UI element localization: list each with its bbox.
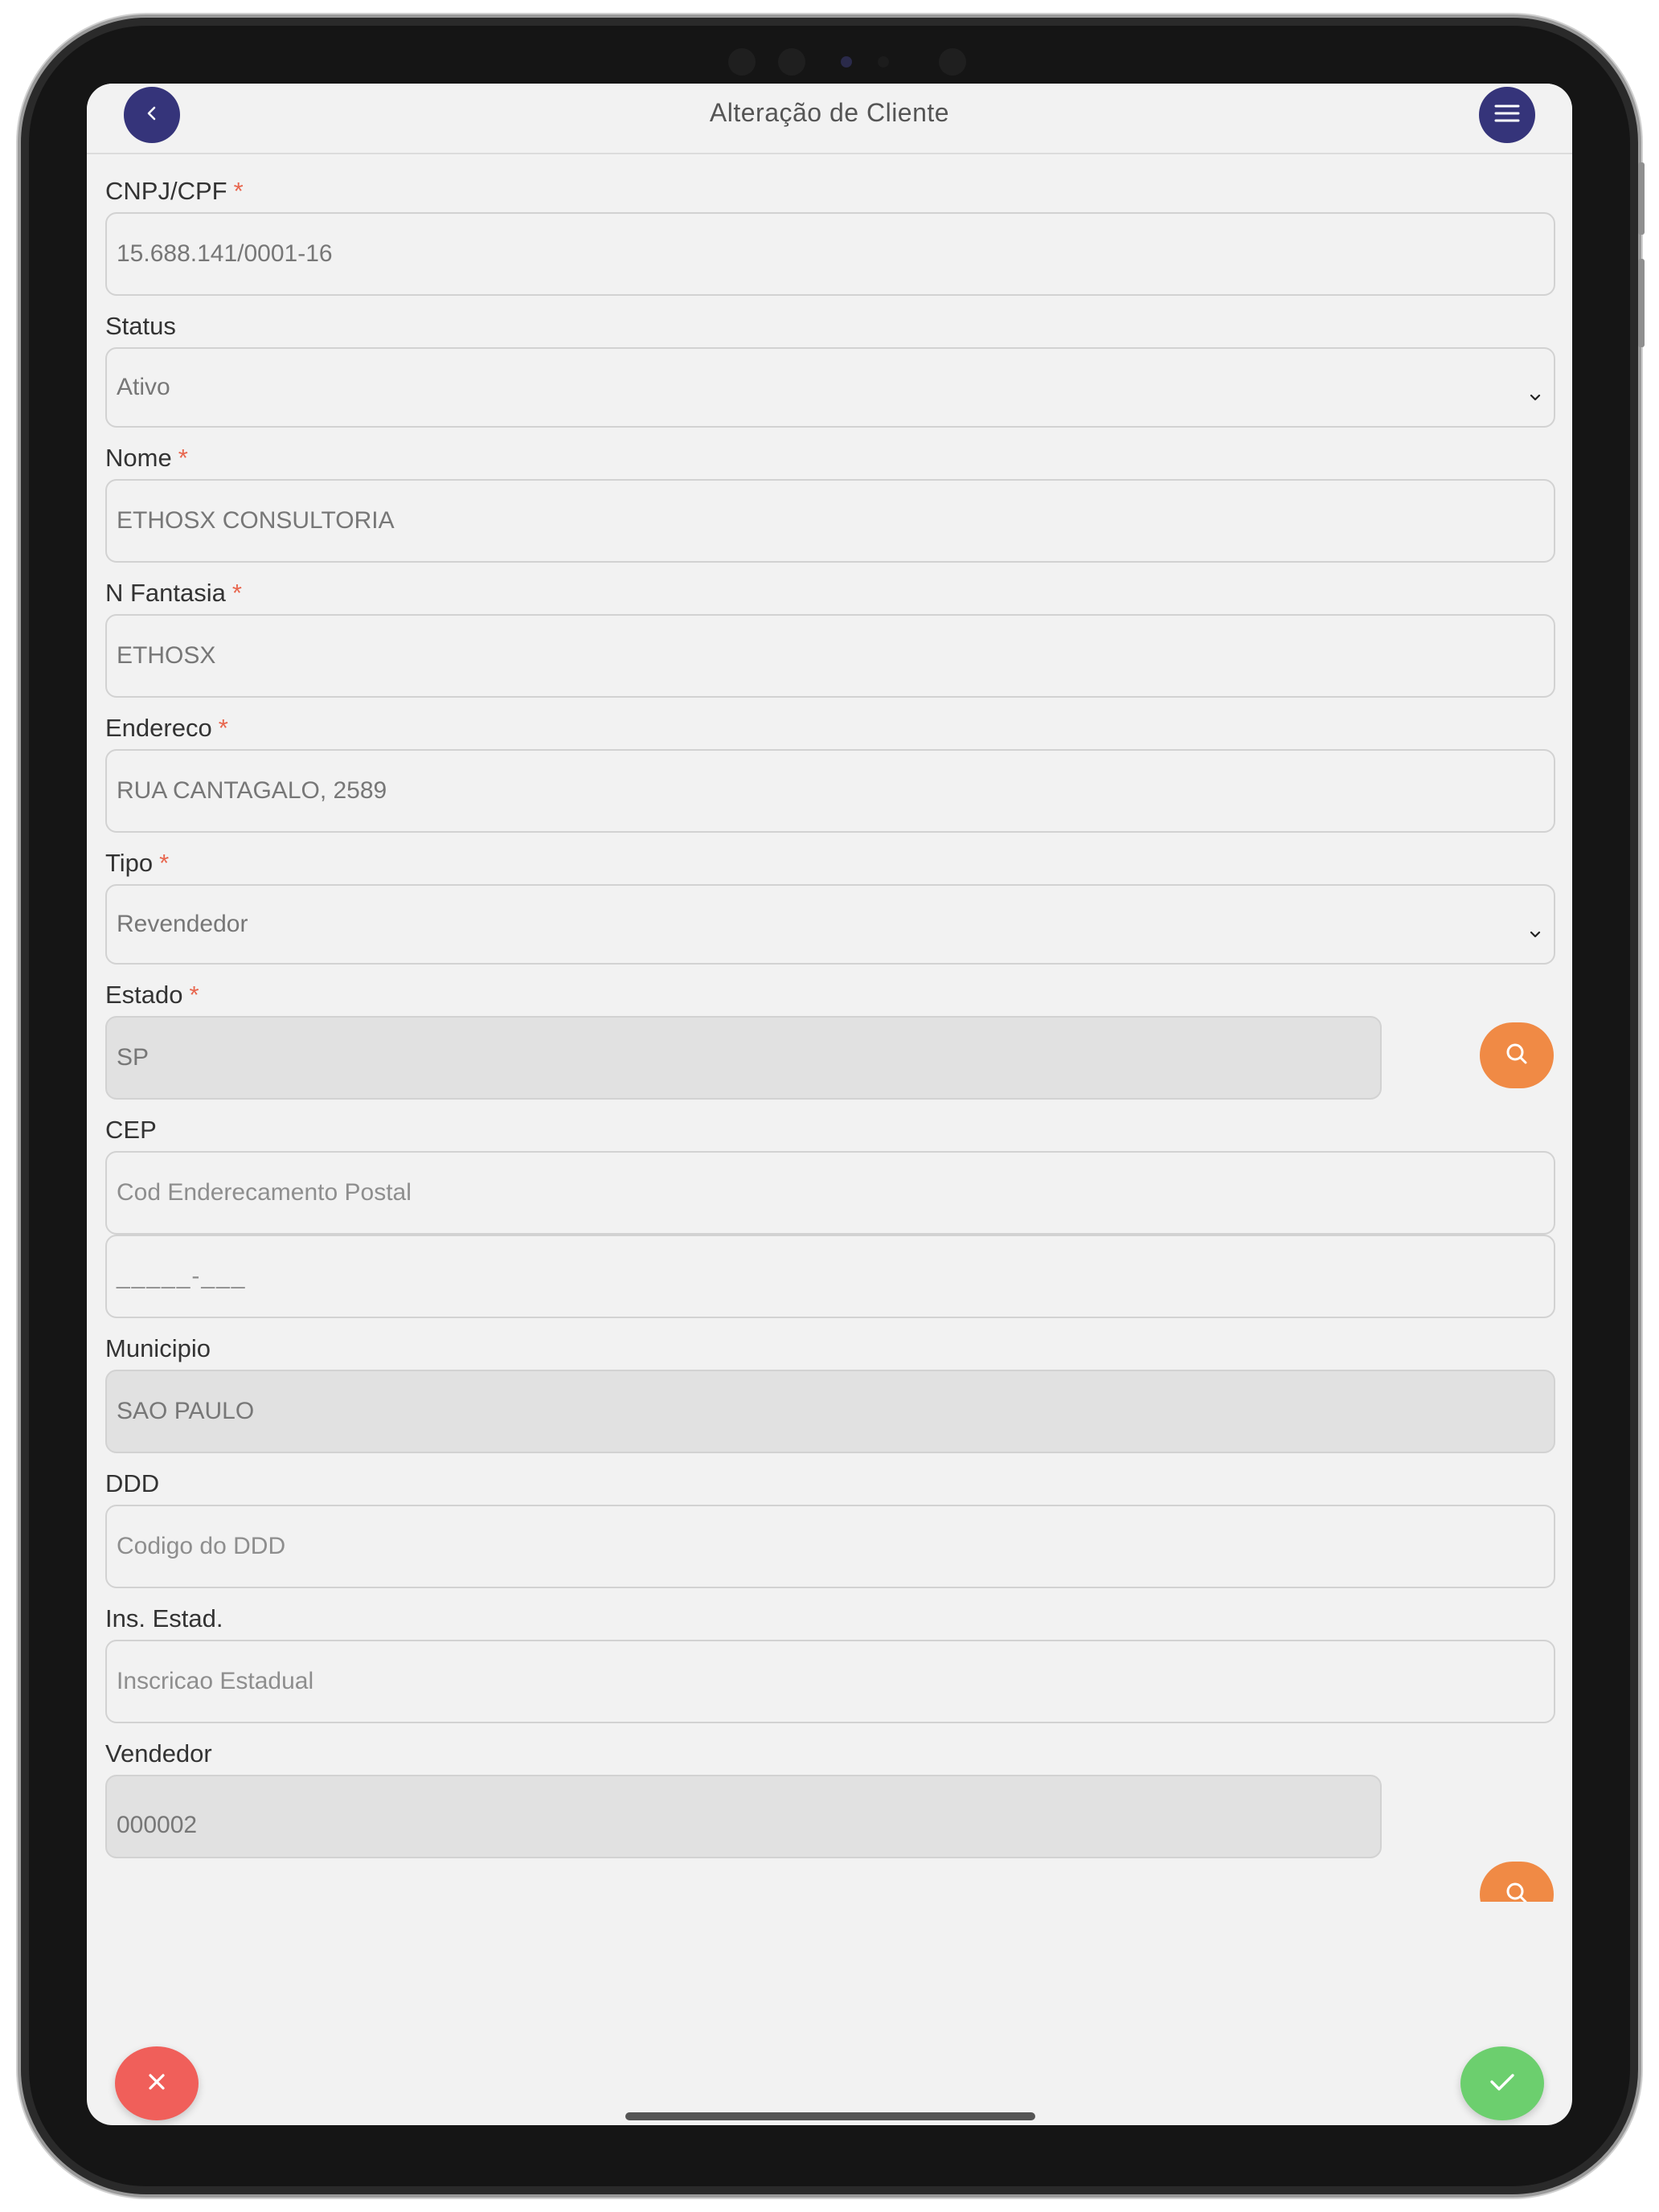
vendedor-field: Vendedor 000002 xyxy=(105,1738,1382,1858)
status-select[interactable]: Ativo xyxy=(105,347,1555,428)
cnpj-input[interactable]: 15.688.141/0001-16 xyxy=(105,212,1555,296)
estado-field: Estado * SP xyxy=(105,979,1382,1100)
camera-lens xyxy=(728,48,756,76)
home-indicator[interactable] xyxy=(625,2112,1035,2120)
app-header: Alteração de Cliente xyxy=(87,84,1572,154)
vendedor-value: 000002 xyxy=(117,1812,198,1838)
vendedor-label: Vendedor xyxy=(105,1739,212,1768)
chevron-down-icon xyxy=(1528,383,1542,410)
status-label: Status xyxy=(105,312,176,340)
confirm-button[interactable] xyxy=(1460,2046,1544,2120)
required-marker: * xyxy=(218,714,228,742)
endereco-input[interactable]: RUA CANTAGALO, 2589 xyxy=(105,749,1555,833)
page-title: Alteração de Cliente xyxy=(709,98,950,127)
ddd-label: DDD xyxy=(105,1469,160,1497)
hamburger-menu-icon xyxy=(1493,103,1521,127)
cep-field: CEP Cod Enderecamento Postal _____-___ xyxy=(105,1114,1555,1318)
volume-button xyxy=(1638,162,1645,235)
nome-input[interactable]: ETHOSX CONSULTORIA xyxy=(105,479,1555,563)
tipo-field: Tipo * Revendedor xyxy=(105,847,1555,965)
camera-sensor xyxy=(841,56,852,68)
cnpj-label: CNPJ/CPF * xyxy=(105,177,244,205)
ddd-field: DDD Codigo do DDD xyxy=(105,1468,1555,1588)
fantasia-input[interactable]: ETHOSX xyxy=(105,614,1555,698)
camera-lens xyxy=(939,48,966,76)
vendedor-search-button[interactable] xyxy=(1480,1862,1554,1902)
nome-label: Nome * xyxy=(105,444,188,472)
estado-search-button[interactable] xyxy=(1480,1022,1554,1088)
ins-estad-field: Ins. Estad. Inscricao Estadual xyxy=(105,1603,1555,1723)
estado-input: SP xyxy=(105,1016,1382,1100)
tipo-label: Tipo * xyxy=(105,849,170,877)
municipio-label: Municipio xyxy=(105,1334,211,1362)
cep-mask-input[interactable]: _____-___ xyxy=(105,1235,1555,1318)
tipo-select[interactable]: Revendedor xyxy=(105,884,1555,965)
camera-lens xyxy=(778,48,805,76)
required-marker: * xyxy=(178,444,188,472)
status-field: Status Ativo xyxy=(105,310,1555,428)
app-screen: Alteração de Cliente CNPJ/CPF * 15.688.14… xyxy=(87,84,1572,2125)
fantasia-field: N Fantasia * ETHOSX xyxy=(105,577,1555,698)
cancel-button[interactable] xyxy=(115,2046,199,2120)
municipio-field: Municipio SAO PAULO xyxy=(105,1333,1555,1453)
camera-sensor xyxy=(878,56,889,68)
cnpj-field: CNPJ/CPF * 15.688.141/0001-16 xyxy=(105,175,1555,296)
required-marker: * xyxy=(159,849,170,877)
cep-label: CEP xyxy=(105,1116,157,1144)
cep-input[interactable]: Cod Enderecamento Postal xyxy=(105,1151,1555,1235)
endereco-field: Endereco * RUA CANTAGALO, 2589 xyxy=(105,712,1555,833)
municipio-input: SAO PAULO xyxy=(105,1370,1555,1453)
required-marker: * xyxy=(233,177,244,205)
vendedor-input: 000002 xyxy=(105,1775,1382,1858)
menu-button[interactable] xyxy=(1479,87,1535,143)
client-form: CNPJ/CPF * 15.688.141/0001-16 Status Ativ… xyxy=(87,153,1572,1902)
endereco-label: Endereco * xyxy=(105,714,228,742)
nome-field: Nome * ETHOSX CONSULTORIA xyxy=(105,442,1555,563)
check-icon xyxy=(1486,2068,1518,2099)
tipo-value: Revendedor xyxy=(117,911,248,937)
ddd-input[interactable]: Codigo do DDD xyxy=(105,1505,1555,1588)
search-icon xyxy=(1503,1879,1530,1902)
search-icon xyxy=(1503,1040,1530,1071)
camera-bar xyxy=(728,48,969,76)
estado-label: Estado * xyxy=(105,981,199,1009)
ins-estad-label: Ins. Estad. xyxy=(105,1604,223,1632)
power-button xyxy=(1638,259,1645,347)
close-icon xyxy=(143,2068,170,2099)
status-value: Ativo xyxy=(117,374,170,400)
chevron-down-icon xyxy=(1528,920,1542,947)
required-marker: * xyxy=(231,579,242,607)
fantasia-label: N Fantasia * xyxy=(105,579,242,607)
required-marker: * xyxy=(189,981,199,1009)
ins-estad-input[interactable]: Inscricao Estadual xyxy=(105,1640,1555,1723)
